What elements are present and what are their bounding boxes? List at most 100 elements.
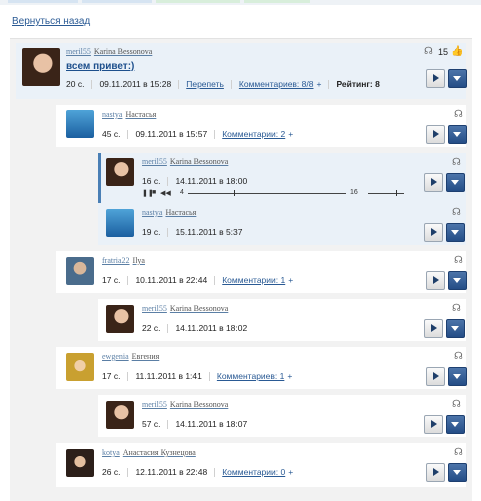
back-link[interactable]: Вернуться назад (12, 16, 90, 27)
author-name: Настасья (125, 110, 157, 119)
comment-meta: 57 с. 14.11.2011 в 18:07 (142, 419, 248, 430)
menu-dropdown-button[interactable] (448, 69, 467, 88)
add-comment-button[interactable]: + (288, 129, 293, 139)
avatar[interactable] (106, 401, 134, 429)
author-name: Karina Bessonova (169, 400, 229, 409)
play-button[interactable] (424, 223, 443, 242)
add-comment-button[interactable]: + (287, 371, 292, 381)
comment-meta: 19 с. 15.11.2011 в 5:37 (142, 227, 243, 238)
comment-meta: 17 с. 11.11.2011 в 1:41 Комментариев: 1 + (102, 371, 293, 382)
reply-link[interactable]: Перепеть (186, 79, 224, 89)
volume-handle[interactable] (396, 190, 397, 196)
play-button[interactable] (426, 125, 445, 144)
play-button[interactable] (424, 415, 443, 434)
main-post: meril55 Karina Bessonova всем привет:) 20… (16, 43, 467, 99)
menu-dropdown-button[interactable] (446, 415, 465, 434)
menu-dropdown-button[interactable] (448, 463, 467, 482)
listen-icon: ☊ (454, 109, 463, 120)
duration: 20 с. (66, 79, 85, 89)
play-button[interactable] (426, 271, 445, 290)
comment-item: nastya Настасья 19 с. 15.11.2011 в 5:37 ☊ (98, 203, 466, 245)
comment-item: nastya Настасья 45 с. 09.11.2011 в 15:57 Ко… (56, 105, 467, 147)
comment-item-playing: meril55 Karina Bessonova 16 с. 14.11.2011 … (98, 153, 466, 203)
post-meta: 20 с. 09.11.2011 в 15:28 Перепеть Комментар… (66, 79, 380, 90)
author-name: Ilya (132, 256, 145, 265)
comments-panel: meril55 Karina Bessonova всем привет:) 20… (10, 38, 472, 501)
avatar[interactable] (22, 48, 60, 86)
avatar[interactable] (66, 449, 94, 477)
menu-dropdown-button[interactable] (446, 173, 465, 192)
listen-icon: ☊ (424, 46, 433, 57)
comment-meta: 16 с. 14.11.2011 в 18:00 (142, 176, 248, 187)
avatar[interactable] (106, 305, 134, 333)
comment-item: meril55 Karina Bessonova 57 с. 14.11.2011 … (98, 395, 466, 437)
play-button[interactable] (424, 173, 443, 192)
rewind-icon[interactable]: ◀◀ (160, 189, 171, 197)
author-name: Karina Bessonova (169, 304, 229, 313)
listen-icon: ☊ (454, 255, 463, 266)
comment-item: fratria22 Ilya 17 с. 10.11.2011 в 22:44 Ком… (56, 251, 467, 293)
audio-player: ❚❚ ■ ◀◀ 4 16 (142, 189, 412, 197)
comment-meta: 26 с. 12.11.2011 в 22:48 Комментарии: 0 + (102, 467, 294, 478)
menu-dropdown-button[interactable] (448, 271, 467, 290)
listen-icon: ☊ (452, 399, 461, 410)
author-link[interactable]: nastya Настасья (142, 208, 196, 217)
player-end-time: 16 (350, 189, 358, 196)
comment-item: kotya Анастасия Кузнецова 26 с. 12.11.2011… (56, 443, 467, 487)
add-comment-button[interactable]: + (288, 275, 293, 285)
progress-handle[interactable] (234, 190, 235, 196)
stop-icon[interactable]: ■ (152, 189, 156, 196)
like-icon[interactable]: 👍 (451, 46, 463, 57)
comment-meta: 22 с. 14.11.2011 в 18:02 (142, 323, 248, 334)
play-button[interactable] (426, 69, 445, 88)
author-link[interactable]: ewgenia Евгения (102, 352, 159, 361)
comment-item: meril55 Karina Bessonova 22 с. 14.11.2011 … (98, 299, 466, 341)
author-link[interactable]: meril55 Karina Bessonova (142, 157, 228, 166)
listen-icon: ☊ (454, 351, 463, 362)
author-name: Настасья (165, 208, 197, 217)
menu-dropdown-button[interactable] (446, 223, 465, 242)
post-title[interactable]: всем привет:) (66, 61, 134, 72)
author-link[interactable]: kotya Анастасия Кузнецова (102, 448, 196, 457)
comments-link[interactable]: Комментарии: 1 (222, 275, 285, 285)
comments-link[interactable]: Комментариев: 1 (217, 371, 284, 381)
volume-track[interactable] (368, 193, 404, 194)
play-button[interactable] (424, 319, 443, 338)
author-name: Анастасия Кузнецова (122, 448, 196, 457)
comments-link[interactable]: Комментарии: 2 (222, 129, 285, 139)
author-name: Karina Bessonova (93, 47, 153, 56)
play-button[interactable] (426, 367, 445, 386)
add-comment-button[interactable]: + (288, 467, 293, 477)
listen-icon: ☊ (452, 303, 461, 314)
comments-link[interactable]: Комментарии: 0 (222, 467, 285, 477)
avatar[interactable] (66, 110, 94, 138)
avatar[interactable] (66, 353, 94, 381)
menu-dropdown-button[interactable] (446, 319, 465, 338)
date: 09.11.2011 в 15:28 (99, 79, 172, 89)
play-button[interactable] (426, 463, 445, 482)
author-link[interactable]: nastya Настасья (102, 110, 156, 119)
progress-track[interactable] (188, 193, 346, 194)
playing-accent-bar (98, 153, 101, 203)
comment-item: ewgenia Евгения 17 с. 11.11.2011 в 1:41 Ком… (56, 347, 467, 389)
listen-icon: ☊ (454, 447, 463, 458)
menu-dropdown-button[interactable] (448, 367, 467, 386)
avatar[interactable] (66, 257, 94, 285)
author-link[interactable]: meril55 Karina Bessonova (142, 304, 228, 313)
rating: Рейтинг: 8 (336, 79, 380, 89)
author-link[interactable]: meril55 Karina Bessonova (66, 47, 152, 56)
listen-icon: ☊ (452, 157, 461, 168)
top-tab-strip (0, 0, 481, 5)
menu-dropdown-button[interactable] (448, 125, 467, 144)
listen-icon: ☊ (452, 207, 461, 218)
author-link[interactable]: meril55 Karina Bessonova (142, 400, 228, 409)
author-link[interactable]: fratria22 Ilya (102, 256, 145, 265)
author-name: Евгения (131, 352, 160, 361)
add-comment-button[interactable]: + (316, 79, 321, 89)
comments-link[interactable]: Комментариев: 8/8 (239, 79, 314, 89)
player-start-time: 4 (180, 189, 184, 196)
comment-meta: 45 с. 09.11.2011 в 15:57 Комментарии: 2 + (102, 129, 294, 140)
avatar[interactable] (106, 158, 134, 186)
avatar[interactable] (106, 209, 134, 237)
author-name: Karina Bessonova (169, 157, 229, 166)
